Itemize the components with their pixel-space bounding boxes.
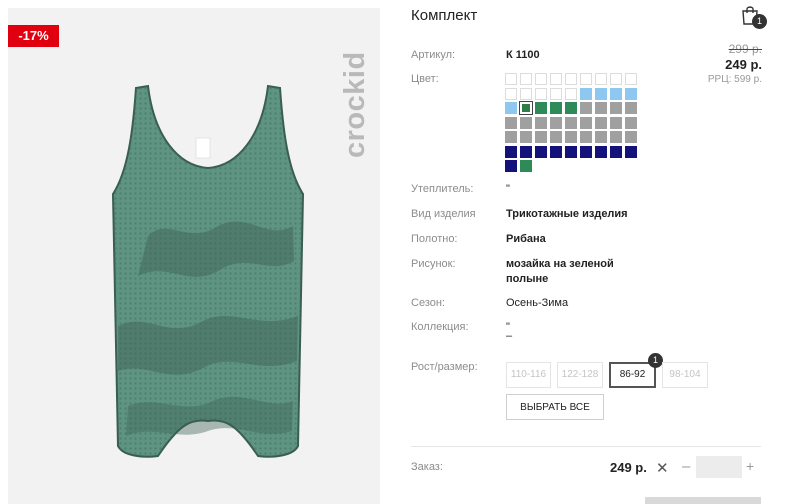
color-swatch[interactable] [565,87,577,100]
select-all-button[interactable]: ВЫБРАТЬ ВСЕ [506,394,604,420]
pattern-label: Рисунок: [411,258,456,270]
color-swatch[interactable] [505,145,517,158]
color-swatch[interactable] [550,102,562,114]
current-price: 249 р. [725,57,762,72]
color-swatch[interactable] [520,160,532,172]
color-swatch[interactable] [610,87,622,100]
fabric-label: Полотно: [411,233,458,245]
color-swatch[interactable] [565,116,577,129]
color-swatch[interactable] [580,73,592,85]
collection-value-line2: – [506,330,513,342]
insulation-value: " [506,183,510,195]
color-swatch[interactable] [565,145,577,158]
old-price: 299 р. [728,42,762,56]
color-swatch[interactable] [535,87,547,100]
size-option-122-128[interactable]: 122-128 [557,362,603,388]
color-swatch[interactable] [625,145,637,158]
order-price: 249 р. [610,460,647,475]
color-swatch[interactable] [535,131,547,143]
size-count-badge: 1 [648,353,663,368]
color-swatch[interactable] [565,102,577,114]
article-value: К 1100 [506,49,540,61]
increase-quantity-button[interactable]: + [746,458,754,474]
color-swatch[interactable] [550,145,562,158]
color-swatch[interactable] [505,160,517,172]
color-swatch[interactable] [535,145,547,158]
color-swatch[interactable] [625,116,637,129]
color-swatch[interactable] [550,73,562,85]
brand-logo: crockid [339,51,371,158]
color-swatch[interactable] [595,145,607,158]
size-option-110-116[interactable]: 110-116 [506,362,551,388]
color-swatch[interactable] [625,102,637,114]
color-swatch[interactable] [505,87,517,100]
color-swatch[interactable] [519,101,533,115]
color-swatch[interactable] [580,145,592,158]
color-swatch[interactable] [625,73,637,85]
color-swatch[interactable] [595,102,607,114]
color-swatch[interactable] [580,131,592,143]
bodysuit-image [111,84,305,458]
color-label: Цвет: [411,73,439,85]
color-swatch[interactable] [580,102,592,114]
recommended-retail-price: РРЦ: 599 р. [707,74,762,85]
color-swatch[interactable] [550,87,562,100]
collection-label: Коллекция: [411,321,469,333]
product-image-panel[interactable]: -17% crockid [8,8,380,504]
color-swatch[interactable] [610,131,622,143]
color-swatch[interactable] [505,131,517,143]
color-swatch[interactable] [580,87,592,100]
color-swatch[interactable] [595,131,607,143]
color-swatch-grid [505,73,637,172]
color-swatch[interactable] [610,73,622,85]
color-swatch[interactable] [520,73,532,85]
color-swatch[interactable] [550,116,562,129]
color-swatch[interactable] [610,102,622,114]
color-swatch[interactable] [535,73,547,85]
size-option-86-92[interactable]: 86-92 [609,362,656,388]
color-swatch[interactable] [610,145,622,158]
order-label: Заказ: [411,461,443,473]
quantity-input[interactable] [696,456,742,478]
color-swatch[interactable] [610,116,622,129]
cart-count-badge: 1 [752,14,767,29]
discount-badge: -17% [8,25,59,47]
color-swatch[interactable] [625,131,637,143]
pattern-value-line1: мозайка на зеленой [506,258,614,270]
color-swatch[interactable] [625,87,637,100]
color-swatch[interactable] [505,116,517,129]
item-type-value: Трикотажные изделия [506,208,628,220]
product-title: Комплект [411,7,478,24]
color-swatch[interactable] [520,145,532,158]
insulation-label: Утеплитель: [411,183,474,195]
color-swatch[interactable] [580,116,592,129]
pattern-value-line2: полыне [506,273,549,285]
color-swatch[interactable] [520,116,532,129]
color-swatch[interactable] [595,87,607,100]
fabric-value: Рибана [506,233,546,245]
color-swatch[interactable] [535,102,547,114]
color-swatch[interactable] [565,73,577,85]
color-swatch[interactable] [535,116,547,129]
color-swatch[interactable] [505,102,517,114]
color-swatch[interactable] [505,73,517,85]
size-label: Рост/размер: [411,361,478,373]
color-swatch[interactable] [520,87,532,100]
color-swatch[interactable] [520,131,532,143]
season-value: Осень-Зима [506,297,569,309]
item-type-label: Вид изделия [411,208,476,220]
color-swatch[interactable] [565,131,577,143]
article-label: Артикул: [411,49,456,61]
color-swatch[interactable] [595,73,607,85]
color-swatch[interactable] [595,116,607,129]
size-option-98-104[interactable]: 98-104 [662,362,708,388]
close-icon[interactable]: ✕ [656,459,669,477]
divider [411,446,761,447]
decrease-quantity-button[interactable]: – [682,458,690,475]
color-swatch[interactable] [550,131,562,143]
add-to-cart-button-edge[interactable] [645,497,761,504]
season-label: Сезон: [411,297,445,309]
